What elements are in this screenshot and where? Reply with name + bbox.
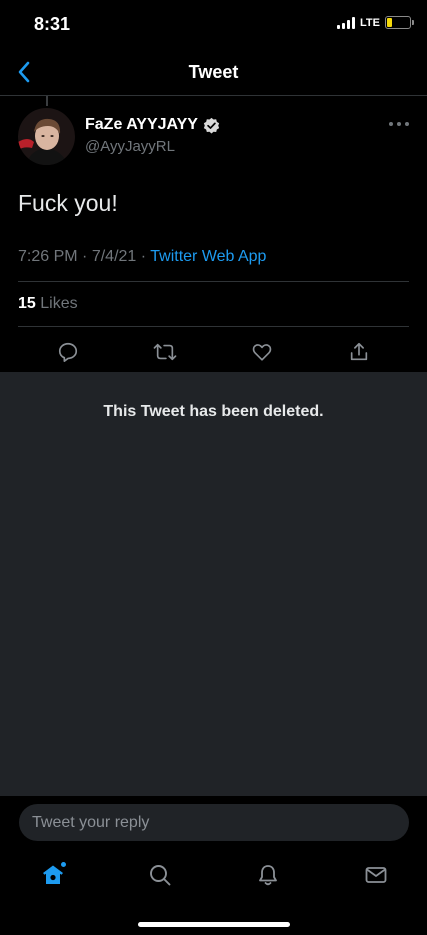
- tweet-author: FaZe AYYJAYY @AyyJayyRL: [18, 108, 409, 168]
- notifications-icon: [259, 865, 277, 886]
- messages-icon: [365, 867, 387, 883]
- more-options-icon[interactable]: [389, 118, 409, 130]
- retweet-icon: [153, 343, 177, 361]
- tweet-time: 7:26 PM: [18, 248, 78, 265]
- meta-separator: ·: [82, 248, 88, 265]
- share-button[interactable]: [345, 338, 373, 366]
- verified-badge-icon: [203, 117, 220, 133]
- tweet-meta: 7:26 PM · 7/4/21 · Twitter Web App: [18, 248, 266, 266]
- share-icon: [350, 342, 368, 361]
- reply-icon: [58, 342, 78, 362]
- like-button[interactable]: [248, 338, 276, 366]
- tab-bar: [0, 848, 427, 904]
- likes-count-link[interactable]: 15 Likes: [18, 295, 78, 313]
- like-icon: [252, 344, 272, 361]
- deleted-notice: This Tweet has been deleted.: [103, 403, 324, 420]
- likes-count: 15: [18, 295, 36, 312]
- deleted-tweet-panel: This Tweet has been deleted.: [0, 372, 427, 796]
- tweet-date: 7/4/21: [91, 248, 137, 265]
- tweet-source-link[interactable]: Twitter Web App: [150, 248, 266, 265]
- avatar[interactable]: [18, 108, 75, 165]
- page-title: Tweet: [188, 62, 239, 82]
- status-bar: 8:31 LTE: [0, 0, 427, 48]
- meta-separator: ·: [140, 248, 147, 265]
- tab-search[interactable]: [145, 860, 175, 890]
- home-indicator[interactable]: [138, 922, 290, 927]
- tab-home[interactable]: [38, 860, 68, 890]
- signal-icon: [337, 16, 356, 29]
- divider: [18, 281, 409, 282]
- tab-messages[interactable]: [361, 860, 391, 890]
- notification-dot: [60, 861, 67, 868]
- retweet-button[interactable]: [151, 338, 179, 366]
- tweet-text: Fuck you!: [18, 190, 118, 216]
- thread-connector: [46, 96, 48, 106]
- author-name[interactable]: FaZe AYYJAYY: [85, 116, 198, 134]
- tab-notifications[interactable]: [253, 860, 283, 890]
- search-icon: [150, 865, 171, 886]
- tweet-actions: [0, 332, 427, 372]
- battery-level: [387, 18, 392, 27]
- reply-input[interactable]: [19, 804, 409, 841]
- network-label: LTE: [360, 16, 380, 29]
- likes-label: Likes: [40, 295, 78, 312]
- header: Tweet: [0, 48, 427, 96]
- divider: [18, 326, 409, 327]
- author-handle[interactable]: @AyyJayyRL: [85, 138, 220, 155]
- battery-icon: [385, 16, 414, 29]
- status-time: 8:31: [34, 14, 71, 34]
- reply-button[interactable]: [54, 338, 82, 366]
- reply-composer: [0, 796, 427, 848]
- status-indicators: LTE: [337, 16, 414, 29]
